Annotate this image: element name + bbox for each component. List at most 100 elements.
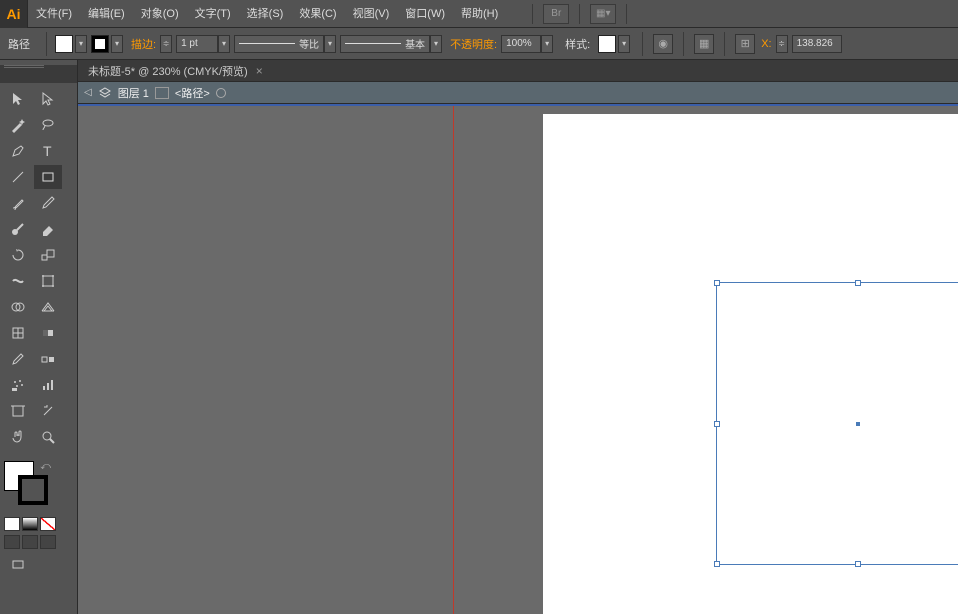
arrange-button[interactable]: ▦▾	[590, 4, 616, 24]
color-mode[interactable]	[4, 517, 20, 531]
clipboard-icon	[155, 87, 169, 99]
document-tab[interactable]: 未标题-5* @ 230% (CMYK/预览) ×	[78, 60, 958, 82]
selection-tool[interactable]	[4, 87, 32, 111]
menu-effect[interactable]: 效果(C)	[291, 0, 344, 28]
none-mode[interactable]	[40, 517, 56, 531]
center-point[interactable]	[856, 422, 860, 426]
stroke-dropdown[interactable]: ▾	[111, 35, 123, 53]
handle-top-mid[interactable]	[855, 280, 861, 286]
chevron-left-icon[interactable]: ◁	[84, 87, 92, 98]
panel-grip[interactable]	[4, 65, 44, 73]
canvas[interactable]	[78, 104, 958, 614]
transform-icon[interactable]: ⊞	[735, 34, 755, 54]
fill-stroke-indicator[interactable]: ⤺	[4, 461, 73, 511]
perspective-grid-tool[interactable]	[34, 295, 62, 319]
slice-tool[interactable]	[34, 399, 62, 423]
fill-dropdown[interactable]: ▾	[75, 35, 87, 53]
stroke-color[interactable]	[18, 475, 48, 505]
screen-mode[interactable]	[4, 553, 32, 577]
bridge-button[interactable]: Br	[543, 4, 569, 24]
opacity-dd[interactable]: ▾	[541, 35, 553, 53]
free-transform-tool[interactable]	[34, 269, 62, 293]
recolor-icon[interactable]: ◉	[653, 34, 673, 54]
menu-object[interactable]: 对象(O)	[133, 0, 187, 28]
selection-label: 路径	[8, 36, 30, 52]
selected-rectangle[interactable]	[716, 282, 958, 565]
eraser-tool[interactable]	[34, 217, 62, 241]
handle-mid-left[interactable]	[714, 421, 720, 427]
mesh-tool[interactable]	[4, 321, 32, 345]
x-label: X:	[761, 38, 771, 50]
menu-type[interactable]: 文字(T)	[187, 0, 239, 28]
tools-panel: T	[0, 60, 78, 614]
blob-brush-tool[interactable]	[4, 217, 32, 241]
style-dd[interactable]: ▾	[618, 35, 630, 53]
x-stepper[interactable]: ≑	[776, 35, 788, 53]
menu-help[interactable]: 帮助(H)	[453, 0, 506, 28]
document-tab-label: 未标题-5* @ 230% (CMYK/预览)	[88, 63, 248, 79]
profile-dd[interactable]: ▾	[430, 35, 442, 53]
path-target[interactable]: <路径>	[175, 85, 210, 101]
menu-view[interactable]: 视图(V)	[345, 0, 398, 28]
profile-select[interactable]: 基本	[340, 35, 430, 53]
align-icon[interactable]: ▦	[694, 34, 714, 54]
layer-name[interactable]: 图层 1	[118, 85, 149, 101]
hand-tool[interactable]	[4, 425, 32, 449]
direct-selection-tool[interactable]	[34, 87, 62, 111]
menu-edit[interactable]: 编辑(E)	[80, 0, 133, 28]
rectangle-tool[interactable]	[34, 165, 62, 189]
x-input[interactable]	[792, 35, 842, 53]
scale-tool[interactable]	[34, 243, 62, 267]
graph-tool[interactable]	[34, 373, 62, 397]
lasso-tool[interactable]	[34, 113, 62, 137]
stroke-weight-dd[interactable]: ▾	[218, 35, 230, 53]
dash-select[interactable]: 等比	[234, 35, 324, 53]
blend-tool[interactable]	[34, 347, 62, 371]
menubar: Ai 文件(F) 编辑(E) 对象(O) 文字(T) 选择(S) 效果(C) 视…	[0, 0, 958, 28]
width-tool[interactable]	[4, 269, 32, 293]
shape-builder-tool[interactable]	[4, 295, 32, 319]
menu-select[interactable]: 选择(S)	[239, 0, 292, 28]
svg-text:T: T	[43, 143, 52, 159]
pencil-tool[interactable]	[34, 191, 62, 215]
draw-normal[interactable]	[4, 535, 20, 549]
pen-tool[interactable]	[4, 139, 32, 163]
style-swatch[interactable]	[598, 35, 616, 53]
handle-bottom-mid[interactable]	[855, 561, 861, 567]
handle-bottom-left[interactable]	[714, 561, 720, 567]
gradient-tool[interactable]	[34, 321, 62, 345]
target-icon[interactable]	[216, 88, 226, 98]
type-tool[interactable]: T	[34, 139, 62, 163]
opacity-label: 不透明度:	[450, 36, 497, 52]
zoom-tool[interactable]	[34, 425, 62, 449]
line-tool[interactable]	[4, 165, 32, 189]
artboard-tool[interactable]	[4, 399, 32, 423]
menu-window[interactable]: 窗口(W)	[397, 0, 453, 28]
swap-icon[interactable]: ⤺	[40, 461, 51, 472]
dash-dd[interactable]: ▾	[324, 35, 336, 53]
fill-swatch[interactable]	[55, 35, 73, 53]
guide-line	[453, 106, 454, 614]
style-label: 样式:	[565, 36, 590, 52]
draw-behind[interactable]	[22, 535, 38, 549]
opacity-input[interactable]	[501, 35, 541, 53]
close-icon[interactable]: ×	[256, 64, 263, 78]
control-bar: 路径 ▾ ▾ 描边: ≑ ▾ 等比 ▾ 基本 ▾ 不透明度: ▾ 样式: ▾ ◉…	[0, 28, 958, 60]
menu-file[interactable]: 文件(F)	[28, 0, 80, 28]
stroke-weight-stepper[interactable]: ≑	[160, 35, 172, 53]
app-icon: Ai	[0, 0, 28, 28]
gradient-mode[interactable]	[22, 517, 38, 531]
path-bar: ◁ 图层 1 <路径>	[78, 82, 958, 104]
menu-items: 文件(F) 编辑(E) 对象(O) 文字(T) 选择(S) 效果(C) 视图(V…	[28, 0, 506, 28]
stroke-weight-input[interactable]	[176, 35, 218, 53]
paintbrush-tool[interactable]	[4, 191, 32, 215]
handle-top-left[interactable]	[714, 280, 720, 286]
magic-wand-tool[interactable]	[4, 113, 32, 137]
draw-inside[interactable]	[40, 535, 56, 549]
symbol-sprayer-tool[interactable]	[4, 373, 32, 397]
eyedropper-tool[interactable]	[4, 347, 32, 371]
layers-icon[interactable]	[98, 86, 112, 100]
rotate-tool[interactable]	[4, 243, 32, 267]
stroke-swatch[interactable]	[91, 35, 109, 53]
stroke-label: 描边:	[131, 36, 156, 52]
